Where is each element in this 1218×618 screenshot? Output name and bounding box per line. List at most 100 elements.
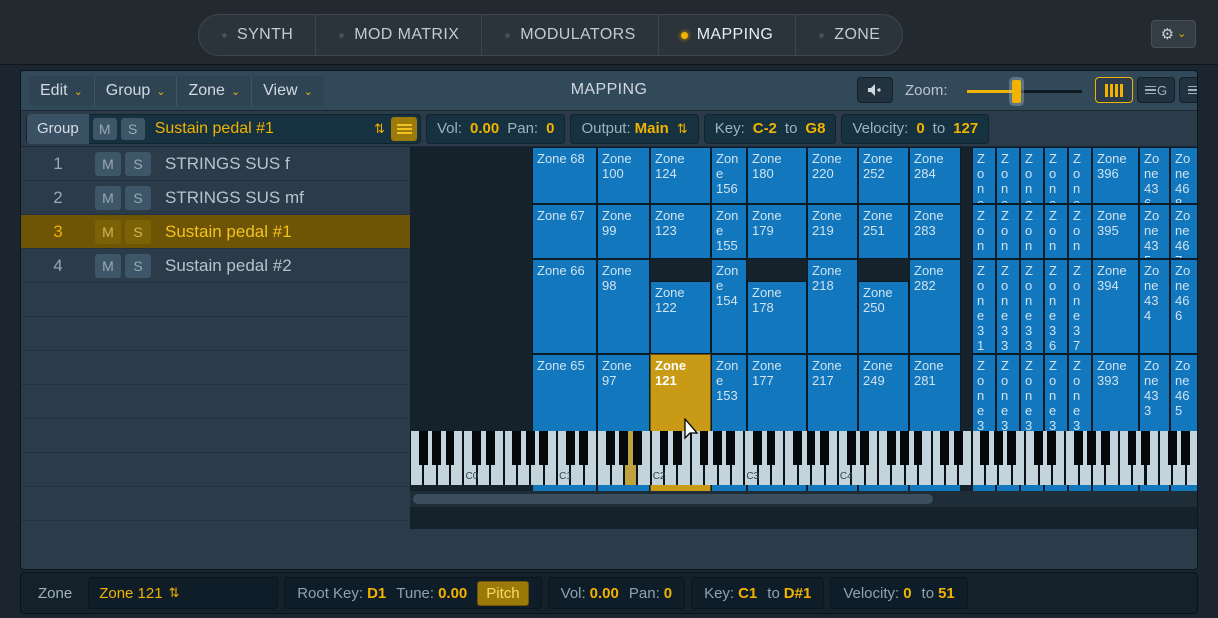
black-key[interactable]	[1101, 431, 1110, 465]
zone-root-tune-field[interactable]: Root Key: D1 Tune: 0.00 Pitch	[284, 577, 541, 609]
group-row-solo-button[interactable]: S	[125, 186, 151, 210]
zone-cell[interactable]: Zone 180	[747, 147, 807, 204]
black-key[interactable]	[419, 431, 428, 465]
black-key[interactable]	[887, 431, 896, 465]
zoom-slider[interactable]	[967, 90, 1082, 93]
black-key[interactable]	[539, 431, 548, 465]
black-key[interactable]	[914, 431, 923, 465]
black-key[interactable]	[700, 431, 709, 465]
group-row-mute-button[interactable]: M	[95, 186, 121, 210]
zone-volume-field[interactable]: Vol: 0.00 Pan: 0	[548, 577, 685, 609]
horizontal-scrollbar[interactable]	[410, 491, 1198, 507]
zone-cell[interactable]: Zone 66	[532, 259, 597, 354]
group-row-mute-button[interactable]: M	[95, 220, 121, 244]
group-solo-button[interactable]: S	[121, 118, 145, 140]
zone-selector[interactable]: Zone 121 ⇅	[88, 577, 278, 609]
black-key[interactable]	[1074, 431, 1083, 465]
black-key[interactable]	[954, 431, 963, 465]
zone-cell[interactable]: Zone 3...	[972, 147, 996, 204]
zone-cell[interactable]: Zone 250	[858, 281, 909, 354]
group-output-field[interactable]: Output: Main ⇅	[570, 114, 698, 144]
tab-zone[interactable]: ZONE	[796, 15, 902, 55]
zone-cell[interactable]: Zone 252	[858, 147, 909, 204]
main-tabs[interactable]: SYNTHMOD MATRIXMODULATORSMAPPINGZONE	[198, 14, 903, 56]
black-key[interactable]	[767, 431, 776, 465]
zone-cell[interactable]: Zone 155	[711, 204, 747, 259]
zoom-slider-knob[interactable]	[1012, 80, 1021, 103]
tab-modulators[interactable]: MODULATORS	[482, 15, 658, 55]
black-key[interactable]	[1128, 431, 1137, 465]
zone-cell[interactable]: Zone...	[1068, 204, 1092, 259]
zone-cell[interactable]: Zone 3...	[972, 204, 996, 259]
black-key[interactable]	[660, 431, 669, 465]
black-key[interactable]	[432, 431, 441, 465]
zone-list-view-button[interactable]: Z	[1179, 77, 1198, 103]
black-key[interactable]	[486, 431, 495, 465]
group-row-ms[interactable]: MS	[95, 220, 151, 244]
black-key[interactable]	[566, 431, 575, 465]
zone-cell[interactable]: Zone 3...	[1020, 147, 1044, 204]
black-key[interactable]	[860, 431, 869, 465]
zone-cell[interactable]: Zone 283	[909, 204, 961, 259]
black-key[interactable]	[579, 431, 588, 465]
zone-cell[interactable]: Zone 3...	[1044, 204, 1068, 259]
black-key[interactable]	[1181, 431, 1190, 465]
zone-cell[interactable]: Zone 251	[858, 204, 909, 259]
zone-cell[interactable]: Zone 124	[650, 147, 711, 204]
keyboard-view-button[interactable]	[1095, 77, 1133, 103]
black-key[interactable]	[994, 431, 1003, 465]
group-selector-field[interactable]: Group M S Sustain pedal #1 ⇅	[26, 114, 421, 144]
zone-cell[interactable]: Zone 3...	[1020, 204, 1044, 259]
zone-cell[interactable]: Zone 98	[597, 259, 650, 354]
group-row-solo-button[interactable]: S	[125, 220, 151, 244]
group-row-ms[interactable]: MS	[95, 254, 151, 278]
scrollbar-thumb[interactable]	[413, 494, 933, 504]
tab-mod-matrix[interactable]: MOD MATRIX	[316, 15, 482, 55]
zone-cell[interactable]: Zone 179	[747, 204, 807, 259]
zone-cell[interactable]: Zone 178	[747, 281, 807, 354]
zone-cell[interactable]: Zone 154	[711, 259, 747, 354]
zone-cell[interactable]: Zone 330	[996, 259, 1020, 354]
hamburger-icon[interactable]	[391, 117, 417, 141]
black-key[interactable]	[753, 431, 762, 465]
zone-cell[interactable]: Zone 378	[1068, 259, 1092, 354]
black-key[interactable]	[1087, 431, 1096, 465]
zone-cell[interactable]: Zone 123	[650, 204, 711, 259]
black-key[interactable]	[980, 431, 989, 465]
black-key[interactable]	[472, 431, 481, 465]
black-key[interactable]	[807, 431, 816, 465]
group-row-solo-button[interactable]: S	[125, 152, 151, 176]
zone-cell[interactable]: Zone 362	[1044, 259, 1068, 354]
zone-cell[interactable]: Zone 220	[807, 147, 858, 204]
black-key[interactable]	[1034, 431, 1043, 465]
view-mode-buttons[interactable]: G Z	[1095, 77, 1198, 103]
audition-speaker-button[interactable]	[857, 77, 893, 103]
zone-cell[interactable]: Zone 3...	[1044, 147, 1068, 204]
zone-cell[interactable]: Zone 282	[909, 259, 961, 354]
group-row-mute-button[interactable]: M	[95, 152, 121, 176]
black-key[interactable]	[1168, 431, 1177, 465]
group-output-stepper-icon[interactable]: ⇅	[677, 121, 688, 137]
group-key-range-field[interactable]: Key: C-2 to G8	[704, 114, 837, 144]
zone-velocity-range-field[interactable]: Velocity: 0 to 51	[830, 577, 967, 609]
piano-keyboard[interactable]: C0C1C2C3C4	[410, 431, 1198, 485]
zone-cell[interactable]: Zone 467	[1170, 204, 1197, 259]
group-volume-field[interactable]: Vol: 0.00 Pan: 0	[426, 114, 565, 144]
black-key[interactable]	[512, 431, 521, 465]
tab-synth[interactable]: SYNTH	[199, 15, 316, 55]
zone-cell[interactable]: Zone 338	[1020, 259, 1044, 354]
group-row[interactable]: 2MSSTRINGS SUS mf	[21, 181, 410, 215]
black-key[interactable]	[726, 431, 735, 465]
black-key[interactable]	[820, 431, 829, 465]
black-key[interactable]	[1007, 431, 1016, 465]
group-row-solo-button[interactable]: S	[125, 254, 151, 278]
zone-cell[interactable]: Zone 395	[1092, 204, 1139, 259]
group-velocity-range-field[interactable]: Velocity: 0 to 127	[841, 114, 989, 144]
black-key[interactable]	[847, 431, 856, 465]
pitch-toggle-button[interactable]: Pitch	[477, 581, 528, 606]
zone-cell[interactable]: Zone 219	[807, 204, 858, 259]
zone-cell[interactable]: Zone 99	[597, 204, 650, 259]
black-key[interactable]	[793, 431, 802, 465]
zone-cell[interactable]: Zone 314	[972, 259, 996, 354]
black-key[interactable]	[633, 431, 642, 465]
